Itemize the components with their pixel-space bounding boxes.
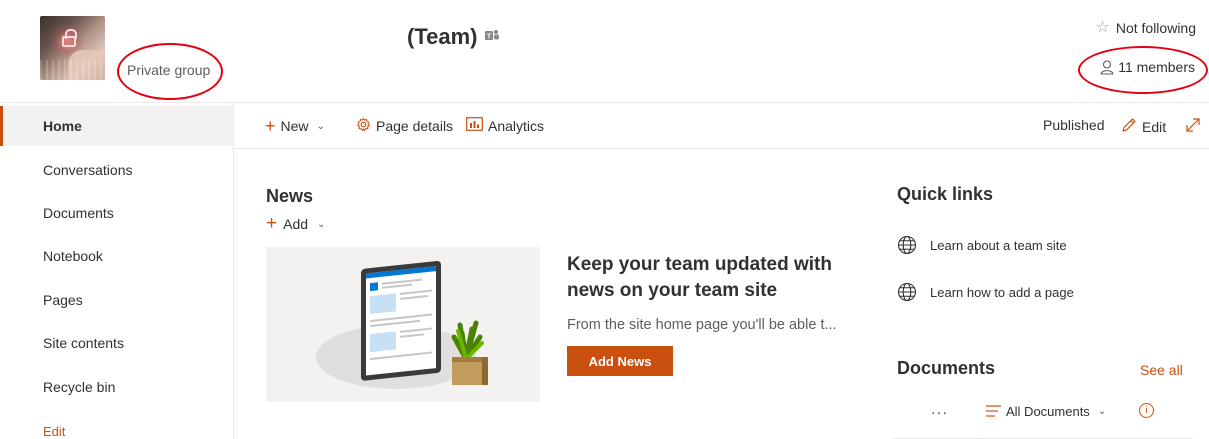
site-title-text: (Team) — [407, 24, 478, 49]
edit-page-label: Edit — [1142, 118, 1167, 135]
nav-item-label: Documents — [43, 205, 114, 221]
nav-item-label: Notebook — [43, 248, 103, 264]
site-logo[interactable] — [40, 16, 105, 80]
new-label: New — [280, 118, 309, 134]
nav-item-pages[interactable]: Pages — [0, 280, 233, 320]
nav-item-documents[interactable]: Documents — [0, 193, 233, 233]
news-title: News — [266, 186, 314, 206]
members-button[interactable]: 11 members — [1100, 59, 1195, 75]
quick-link-label: Learn how to add a page — [930, 284, 1074, 300]
add-news-menu[interactable]: + Add ⌄ — [266, 213, 326, 234]
quick-link-item[interactable]: Learn how to add a page — [897, 282, 1074, 302]
svg-text:T: T — [486, 34, 491, 41]
analytics-button[interactable]: Analytics — [466, 117, 544, 134]
expand-icon — [1185, 117, 1201, 136]
site-header: Private group (Team) T ☆ Not following 1… — [0, 0, 1209, 103]
star-icon: ☆ — [1095, 19, 1110, 36]
chevron-down-icon: ⌄ — [317, 218, 326, 230]
nav-item-notebook[interactable]: Notebook — [0, 236, 233, 276]
analytics-icon — [466, 117, 483, 134]
members-label: 11 members — [1118, 59, 1195, 75]
follow-label: Not following — [1115, 20, 1196, 36]
expand-button[interactable] — [1185, 117, 1201, 136]
see-all-link[interactable]: See all — [1140, 362, 1183, 378]
nav-item-label: Home — [43, 118, 82, 134]
edit-page-button[interactable]: Edit — [1121, 117, 1166, 136]
page-details-label: Page details — [376, 118, 454, 134]
privacy-label: Private group — [127, 62, 211, 78]
chevron-down-icon: ⌄ — [1097, 406, 1107, 417]
nav-item-recycle-bin[interactable]: Recycle bin — [0, 367, 233, 407]
teams-icon: T — [484, 29, 499, 45]
new-button[interactable]: + New ⌄ — [265, 116, 325, 136]
person-icon — [1100, 59, 1114, 75]
news-placeholder-image — [266, 247, 540, 402]
news-headline: Keep your team updated with news on your… — [567, 254, 832, 301]
nav-item-label: Recycle bin — [43, 379, 116, 395]
nav-edit-label: Edit — [43, 423, 66, 439]
quick-link-item[interactable]: Learn about a team site — [897, 235, 1067, 255]
page-details-button[interactable]: Page details — [356, 117, 453, 135]
info-icon[interactable]: i — [1139, 403, 1154, 418]
documents-title: Documents — [897, 358, 996, 378]
view-lines-icon — [986, 404, 1001, 419]
nav-edit-link[interactable]: Edit — [0, 411, 233, 439]
nav-item-conversations[interactable]: Conversations — [0, 150, 233, 190]
globe-icon — [897, 282, 917, 302]
site-title[interactable]: (Team) T — [407, 24, 499, 50]
follow-button[interactable]: ☆ Not following — [1095, 19, 1197, 37]
analytics-label: Analytics — [488, 117, 545, 134]
pencil-icon — [1121, 117, 1137, 136]
nav-item-site-contents[interactable]: Site contents — [0, 323, 233, 363]
left-nav: Home Conversations Documents Notebook Pa… — [0, 103, 234, 439]
globe-icon — [897, 235, 917, 255]
nav-item-home[interactable]: Home — [0, 106, 233, 146]
nav-item-label: Site contents — [43, 335, 124, 351]
plus-icon: + — [265, 116, 276, 136]
chevron-down-icon: ⌄ — [316, 120, 325, 132]
more-options-button[interactable]: ··· — [931, 404, 948, 420]
quick-link-label: Learn about a team site — [930, 237, 1067, 253]
gear-icon — [356, 117, 371, 135]
add-label: Add — [283, 216, 309, 232]
nav-item-label: Conversations — [43, 162, 133, 178]
news-description: From the site home page you'll be able t… — [567, 317, 837, 333]
view-selector[interactable]: All Documents ⌄ — [986, 404, 1106, 419]
add-news-button[interactable]: Add News — [567, 346, 673, 376]
nav-item-label: Pages — [43, 292, 83, 308]
quick-links-title: Quick links — [897, 184, 994, 204]
view-label: All Documents — [1006, 404, 1090, 419]
publish-status: Published — [1043, 117, 1105, 133]
plus-icon: + — [266, 213, 278, 234]
